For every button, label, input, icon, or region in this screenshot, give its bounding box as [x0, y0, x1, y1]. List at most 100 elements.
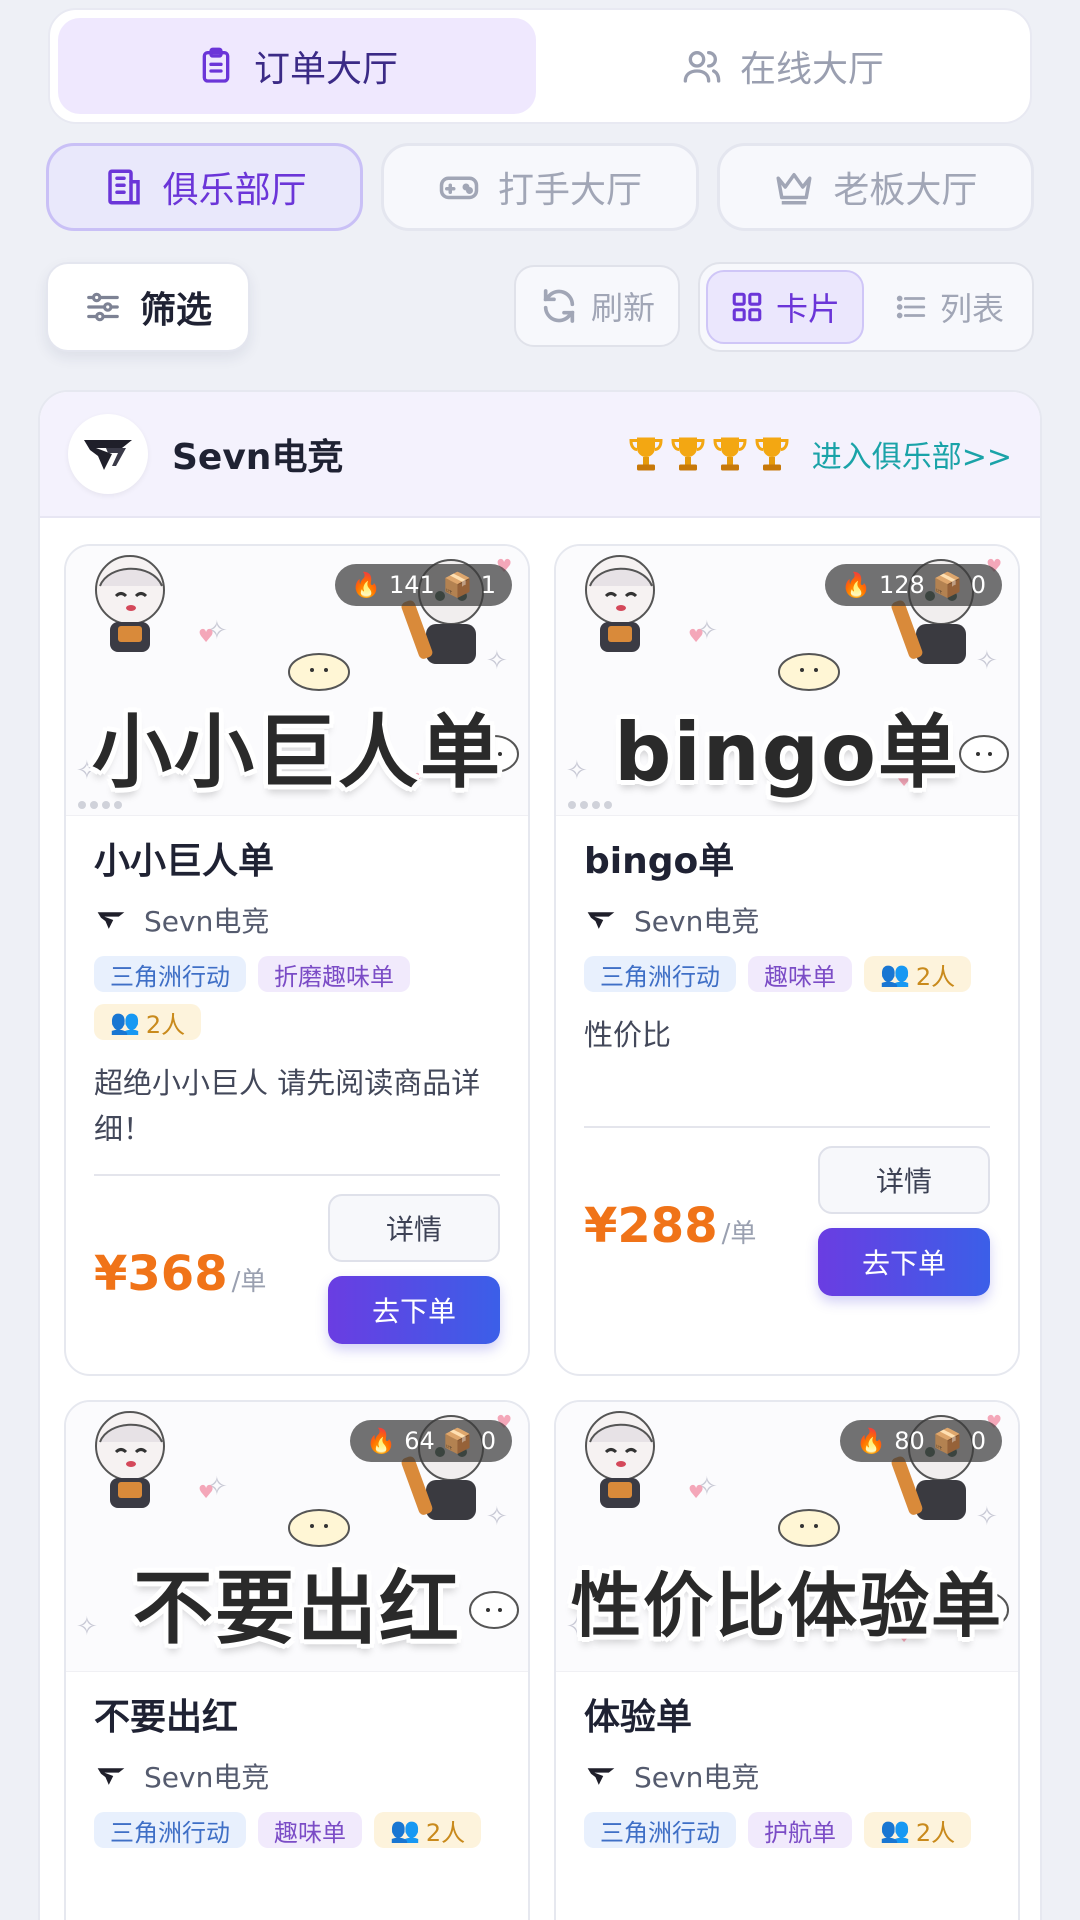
- card-banner: ✦ ✧ ✧ ✧ ♥ ♥ ♥: [66, 1402, 528, 1672]
- club-logo-mark: [84, 440, 132, 470]
- card-description: 超绝小小巨人 请先阅读商品详细！: [94, 1066, 481, 1146]
- card-club-name: Sevn电竞: [634, 1761, 760, 1794]
- price-unit: /单: [721, 1219, 757, 1249]
- card-footer: ¥368 /单 详情 去下单: [94, 1176, 500, 1356]
- tag-game: 三角洲行动: [94, 956, 246, 992]
- order-card[interactable]: ✦ ✧ ✧ ✧ ♥ ♥ ♥: [64, 544, 530, 1376]
- detail-button[interactable]: 详情: [818, 1146, 990, 1214]
- box-count: 0: [970, 1427, 986, 1455]
- tab-order-hall[interactable]: 订单大厅: [58, 18, 536, 114]
- people-count: 2人: [145, 1010, 186, 1039]
- card-stats: 🔥 80 📦 0: [840, 1420, 1002, 1462]
- cloud-creature-image: [778, 1509, 840, 1547]
- box-icon: 📦: [932, 571, 963, 599]
- box-count: 0: [970, 571, 986, 599]
- tag-people: 👥 2人: [864, 956, 972, 992]
- card-banner-title: 不要出红: [133, 1562, 461, 1655]
- tag-type: 趣味单: [748, 956, 852, 992]
- card-club: Sevn电竞: [94, 900, 500, 940]
- trophy-icon: [713, 437, 747, 471]
- filter-button[interactable]: 筛选: [46, 262, 250, 352]
- club-logo: [68, 414, 148, 494]
- carousel-dots: [78, 801, 122, 809]
- tab-online-hall-label: 在线大厅: [739, 49, 884, 90]
- list-icon: [896, 295, 926, 319]
- club-right: 进入俱乐部>>: [628, 432, 1012, 476]
- top-tab-bar: 订单大厅 在线大厅: [48, 8, 1032, 124]
- cloud-creature-image: [288, 653, 350, 691]
- refresh-icon: [543, 289, 575, 323]
- card-stats: 🔥 141 📦 1: [335, 564, 512, 606]
- fire-icon: 🔥: [841, 571, 872, 599]
- card-title: bingo单: [584, 841, 735, 882]
- people-icon: 👥: [880, 1816, 910, 1844]
- order-card[interactable]: ✦ ✧ ✧ ✧ ♥ ♥ ♥: [554, 544, 1020, 1376]
- card-club-name: Sevn电竞: [144, 1761, 270, 1794]
- tab-online-hall[interactable]: 在线大厅: [544, 18, 1022, 114]
- filter-label: 筛选: [139, 290, 212, 331]
- chibi-character-image: [585, 1411, 655, 1508]
- tag-type: 折磨趣味单: [258, 956, 410, 992]
- trophy-icon: [629, 437, 663, 471]
- card-title: 体验单: [584, 1697, 693, 1738]
- card-banner-title: bingo单: [614, 706, 960, 799]
- view-list-option[interactable]: 列表: [872, 270, 1026, 344]
- people-icon: 👥: [110, 1008, 140, 1036]
- card-footer: ¥288 /单 详情 去下单: [584, 1128, 990, 1308]
- card-description: 性价比: [584, 1018, 672, 1052]
- people-count: 2人: [425, 1818, 466, 1847]
- tag-people: 👥 2人: [374, 1812, 482, 1848]
- carousel-dots: [568, 801, 612, 809]
- view-toggle: 卡片 列表: [698, 262, 1034, 352]
- card-tags: 三角洲行动 护航单 👥 2人: [584, 1812, 990, 1848]
- hot-count: 128: [879, 571, 925, 599]
- enter-club-link[interactable]: 进入俱乐部>>: [812, 432, 1012, 476]
- hall-player[interactable]: 打手大厅: [381, 143, 699, 231]
- price-value: ¥288: [584, 1198, 718, 1254]
- tag-type: 趣味单: [258, 1812, 362, 1848]
- club-mini-logo: [94, 1759, 128, 1793]
- box-count: 1: [480, 571, 496, 599]
- card-banner-title: 性价比体验单: [571, 1565, 1003, 1647]
- order-card[interactable]: ✦ ✧ ✧ ✧ ♥ ♥ ♥: [554, 1400, 1020, 1920]
- card-body: 体验单 Sevn电竞 三角洲行动 护航单 👥 2人: [556, 1672, 1018, 1848]
- card-club-name: Sevn电竞: [634, 905, 760, 938]
- view-card-option[interactable]: 卡片: [706, 270, 864, 344]
- card-tags: 三角洲行动 趣味单 👥 2人: [584, 956, 990, 992]
- people-icon: 👥: [880, 960, 910, 988]
- fire-icon: 🔥: [351, 571, 382, 599]
- card-club: Sevn电竞: [94, 1756, 500, 1796]
- people-count: 2人: [915, 1818, 956, 1847]
- card-price: ¥288 /单: [584, 1198, 756, 1254]
- users-icon: [683, 51, 721, 83]
- tag-game: 三角洲行动: [94, 1812, 246, 1848]
- club-mini-logo: [94, 903, 128, 937]
- tag-game: 三角洲行动: [584, 1812, 736, 1848]
- card-club: Sevn电竞: [584, 1756, 990, 1796]
- filter-icon: [87, 292, 119, 322]
- card-stats: 🔥 64 📦 0: [350, 1420, 512, 1462]
- card-banner: ✦ ✧ ✧ ✧ ♥ ♥ ♥: [556, 1402, 1018, 1672]
- refresh-button[interactable]: 刷新: [514, 265, 680, 347]
- card-banner: ✦ ✧ ✧ ✧ ♥ ♥ ♥: [66, 546, 528, 816]
- price-value: ¥368: [94, 1246, 228, 1302]
- hall-boss[interactable]: 老板大厅: [716, 143, 1034, 231]
- tab-order-hall-label: 订单大厅: [253, 49, 398, 90]
- card-tags: 三角洲行动 折磨趣味单 👥 2人: [94, 956, 500, 1040]
- place-order-button[interactable]: 去下单: [328, 1276, 500, 1344]
- place-order-button[interactable]: 去下单: [818, 1228, 990, 1296]
- refresh-label: 刷新: [590, 289, 655, 327]
- people-icon: 👥: [390, 1816, 420, 1844]
- detail-button[interactable]: 详情: [328, 1194, 500, 1262]
- cloud-creature-image: [778, 653, 840, 691]
- order-card[interactable]: ✦ ✧ ✧ ✧ ♥ ♥ ♥: [64, 1400, 530, 1920]
- hall-club-label: 俱乐部厅: [162, 170, 307, 211]
- gamepad-icon: [439, 176, 479, 200]
- card-banner: ✦ ✧ ✧ ✧ ♥ ♥ ♥: [556, 546, 1018, 816]
- tag-people: 👥 2人: [864, 1812, 972, 1848]
- card-body: 不要出红 Sevn电竞 三角洲行动 趣味单 👥 2人: [66, 1672, 528, 1848]
- hall-club[interactable]: 俱乐部厅: [46, 143, 364, 231]
- cloud-creature-image: [288, 1509, 350, 1547]
- hot-count: 64: [404, 1427, 435, 1455]
- card-title: 小小巨人单: [94, 841, 275, 882]
